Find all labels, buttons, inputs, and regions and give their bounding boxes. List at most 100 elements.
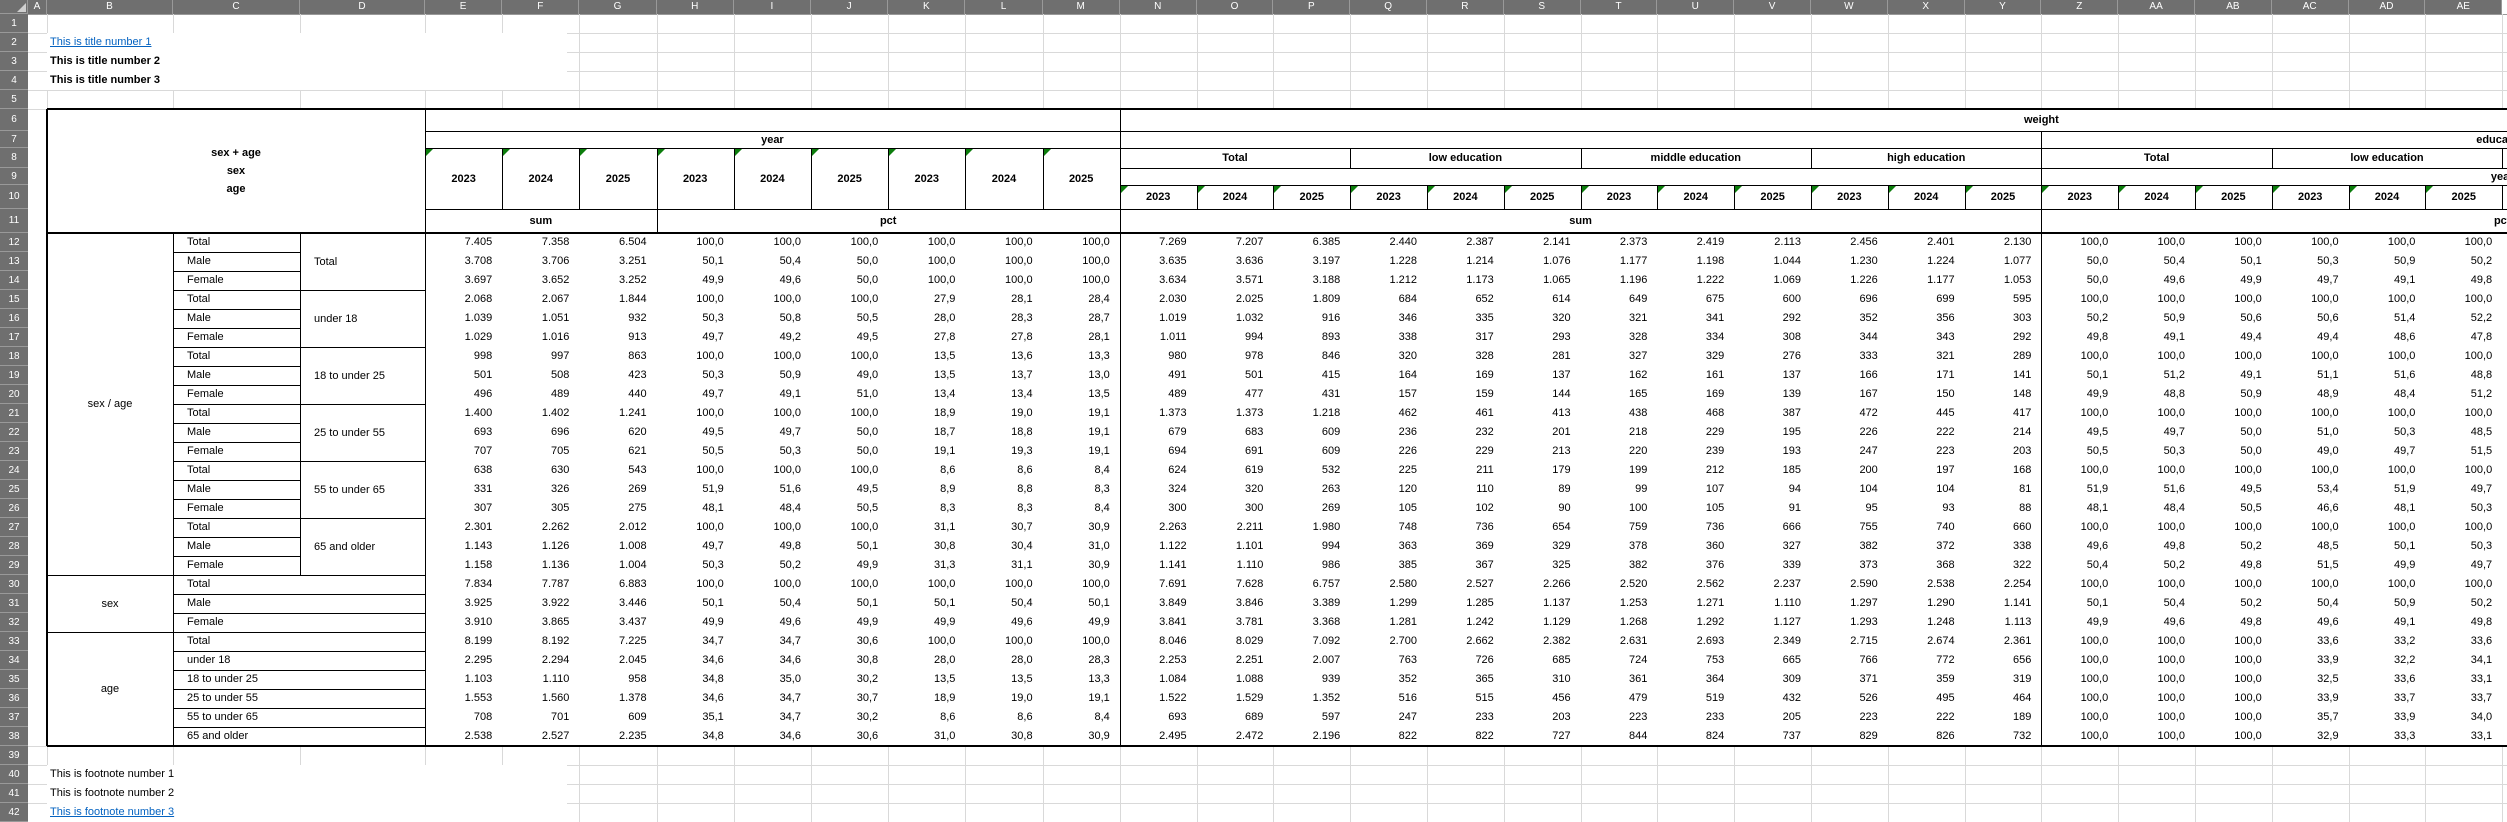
cell-I16[interactable]: 50,8: [734, 309, 801, 328]
cell-AD13[interactable]: 50,9: [2349, 252, 2416, 271]
year-header-cell[interactable]: 2024: [1197, 185, 1274, 209]
cell-K28[interactable]: 30,8: [888, 537, 955, 556]
sheet-title-2[interactable]: This is title number 2: [50, 52, 160, 71]
cell-Q17[interactable]: 338: [1350, 328, 1417, 347]
cell-M23[interactable]: 19,1: [1043, 442, 1110, 461]
column-header-AB[interactable]: AB: [2195, 0, 2272, 14]
cell-M34[interactable]: 28,3: [1043, 651, 1110, 670]
cell-T16[interactable]: 321: [1581, 309, 1648, 328]
year-header-cell[interactable]: 2023: [1581, 185, 1658, 209]
cell-J32[interactable]: 49,9: [811, 613, 878, 632]
cell-E13[interactable]: 3.708: [425, 252, 492, 271]
cell-I19[interactable]: 50,9: [734, 366, 801, 385]
cell-AE27[interactable]: 100,0: [2425, 518, 2492, 537]
cell-Q14[interactable]: 1.212: [1350, 271, 1417, 290]
cell-Q34[interactable]: 763: [1350, 651, 1417, 670]
cell-Y38[interactable]: 732: [1965, 727, 2032, 746]
cell-AB12[interactable]: 100,0: [2195, 233, 2262, 252]
header-year[interactable]: year: [425, 131, 1120, 148]
cell-G16[interactable]: 932: [579, 309, 646, 328]
column-header-L[interactable]: L: [965, 0, 1042, 14]
cell-Z15[interactable]: 100,0: [2041, 290, 2108, 309]
cell-K37[interactable]: 8,6: [888, 708, 955, 727]
cell-N35[interactable]: 1.084: [1120, 670, 1187, 689]
cell-X34[interactable]: 772: [1888, 651, 1955, 670]
cell-E16[interactable]: 1.039: [425, 309, 492, 328]
row-label-cell[interactable]: Female: [187, 613, 417, 632]
column-header-C[interactable]: C: [173, 0, 300, 14]
cell-U26[interactable]: 105: [1657, 499, 1724, 518]
cell-H22[interactable]: 49,5: [657, 423, 724, 442]
cell-S21[interactable]: 413: [1504, 404, 1571, 423]
cell-AB36[interactable]: 100,0: [2195, 689, 2262, 708]
cell-AA34[interactable]: 100,0: [2118, 651, 2185, 670]
cell-AA19[interactable]: 51,2: [2118, 366, 2185, 385]
cell-K17[interactable]: 27,8: [888, 328, 955, 347]
cell-I34[interactable]: 34,6: [734, 651, 801, 670]
cell-H26[interactable]: 48,1: [657, 499, 724, 518]
cell-AB13[interactable]: 50,1: [2195, 252, 2262, 271]
column-header-H[interactable]: H: [657, 0, 734, 14]
row-header-2[interactable]: 2: [0, 33, 28, 52]
cell-E18[interactable]: 998: [425, 347, 492, 366]
cell-U23[interactable]: 239: [1657, 442, 1724, 461]
cell-Z31[interactable]: 50,1: [2041, 594, 2108, 613]
row-header-40[interactable]: 40: [0, 765, 28, 784]
cell-H25[interactable]: 51,9: [657, 480, 724, 499]
cell-Z25[interactable]: 51,9: [2041, 480, 2108, 499]
cell-E23[interactable]: 707: [425, 442, 492, 461]
cell-V34[interactable]: 665: [1734, 651, 1801, 670]
cell-AE34[interactable]: 34,1: [2425, 651, 2492, 670]
cell-AA37[interactable]: 100,0: [2118, 708, 2185, 727]
row-header-12[interactable]: 12: [0, 233, 28, 252]
cell-P26[interactable]: 269: [1273, 499, 1340, 518]
cell-M13[interactable]: 100,0: [1043, 252, 1110, 271]
cell-J22[interactable]: 50,0: [811, 423, 878, 442]
row-header-18[interactable]: 18: [0, 347, 28, 366]
cell-M16[interactable]: 28,7: [1043, 309, 1110, 328]
header-pct-weight-clipped[interactable]: pct: [2041, 209, 2507, 233]
cell-AC13[interactable]: 50,3: [2272, 252, 2339, 271]
year-header-cell[interactable]: 2023: [1350, 185, 1427, 209]
footnote-1[interactable]: This is footnote number 1: [50, 765, 174, 784]
cell-V12[interactable]: 2.113: [1734, 233, 1801, 252]
cell-X24[interactable]: 197: [1888, 461, 1955, 480]
cell-O20[interactable]: 477: [1197, 385, 1264, 404]
cell-V27[interactable]: 666: [1734, 518, 1801, 537]
cell-J37[interactable]: 30,2: [811, 708, 878, 727]
cell-X35[interactable]: 359: [1888, 670, 1955, 689]
edu-group-header[interactable]: Total: [1120, 148, 1350, 168]
cell-AB23[interactable]: 50,0: [2195, 442, 2262, 461]
cell-Y12[interactable]: 2.130: [1965, 233, 2032, 252]
cell-AB15[interactable]: 100,0: [2195, 290, 2262, 309]
cell-U12[interactable]: 2.419: [1657, 233, 1724, 252]
cell-R38[interactable]: 822: [1427, 727, 1494, 746]
edu-group-header[interactable]: low education: [2272, 148, 2502, 168]
cell-AE31[interactable]: 50,2: [2425, 594, 2492, 613]
cell-AA26[interactable]: 48,4: [2118, 499, 2185, 518]
row-header-38[interactable]: 38: [0, 727, 28, 746]
cell-P28[interactable]: 994: [1273, 537, 1340, 556]
cell-T30[interactable]: 2.520: [1581, 575, 1648, 594]
cell-P36[interactable]: 1.352: [1273, 689, 1340, 708]
cell-V31[interactable]: 1.110: [1734, 594, 1801, 613]
year-header-cell[interactable]: 2025: [811, 148, 888, 209]
cell-AC34[interactable]: 33,9: [2272, 651, 2339, 670]
row-header-17[interactable]: 17: [0, 328, 28, 347]
cell-AA36[interactable]: 100,0: [2118, 689, 2185, 708]
row-group-label[interactable]: sex: [47, 575, 173, 632]
cell-Y29[interactable]: 322: [1965, 556, 2032, 575]
cell-AC24[interactable]: 100,0: [2272, 461, 2339, 480]
column-header-O[interactable]: O: [1197, 0, 1274, 14]
cell-V36[interactable]: 432: [1734, 689, 1801, 708]
cell-S30[interactable]: 2.266: [1504, 575, 1571, 594]
row-header-37[interactable]: 37: [0, 708, 28, 727]
cell-U17[interactable]: 334: [1657, 328, 1724, 347]
cell-T23[interactable]: 220: [1581, 442, 1648, 461]
age-group-label[interactable]: 55 to under 65: [300, 461, 425, 518]
cell-F12[interactable]: 7.358: [502, 233, 569, 252]
cell-I33[interactable]: 34,7: [734, 632, 801, 651]
row-label-cell[interactable]: 18 to under 25: [187, 670, 417, 689]
cell-P17[interactable]: 893: [1273, 328, 1340, 347]
cell-AA22[interactable]: 49,7: [2118, 423, 2185, 442]
